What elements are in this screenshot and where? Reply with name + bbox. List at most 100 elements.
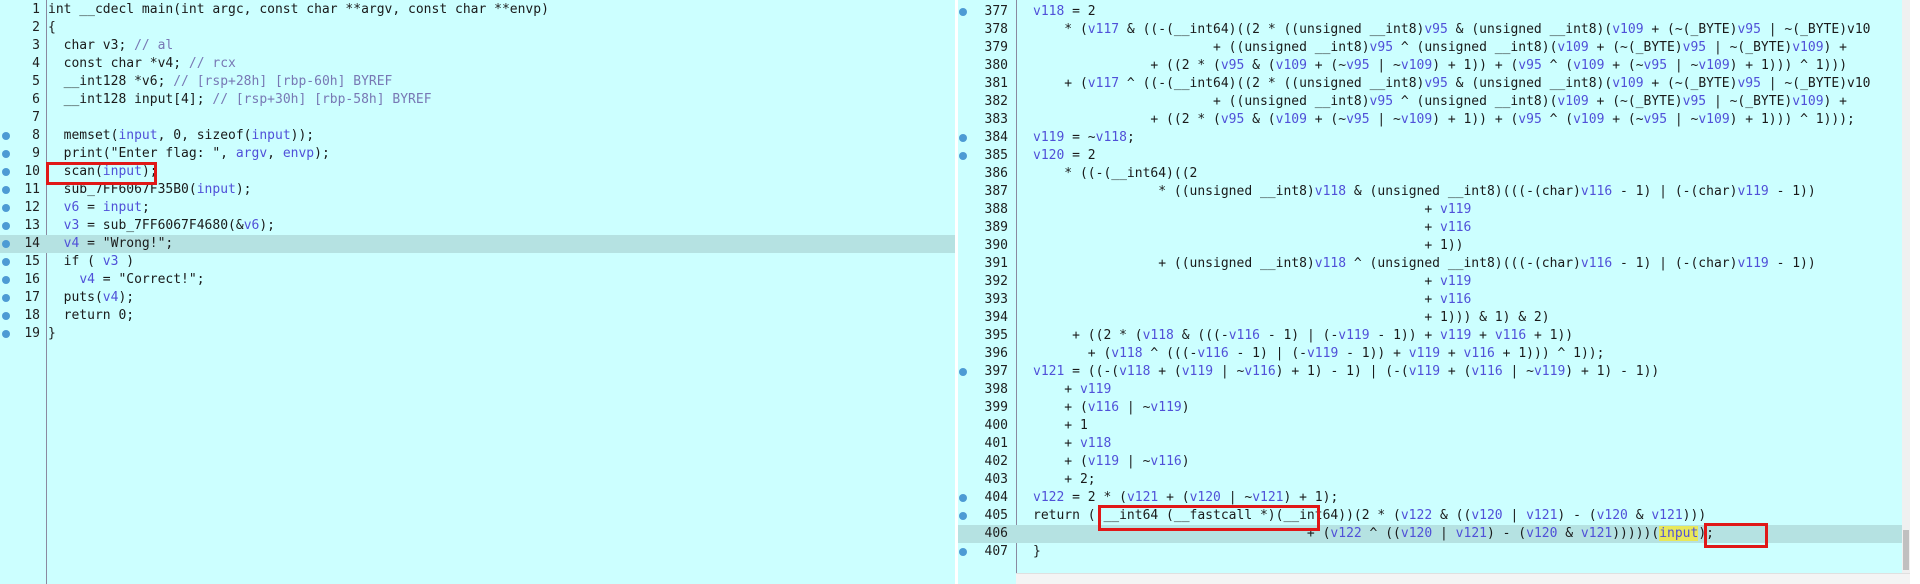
identifier-token[interactable]: v116: [1471, 364, 1502, 379]
identifier-token[interactable]: v109: [1573, 58, 1604, 73]
code-line[interactable]: 1 int __cdecl main(int argc, const char *…: [0, 1, 955, 19]
identifier-token[interactable]: v109: [1698, 112, 1729, 127]
identifier-token[interactable]: v122: [1401, 508, 1432, 523]
code-line[interactable]: 400 + 1: [958, 417, 1910, 435]
code-line[interactable]: 393 + v116: [958, 291, 1910, 309]
code-line[interactable]: 385 v120 = 2: [958, 147, 1910, 165]
code-line[interactable]: 391 + ((unsigned __int8)v118 ^ (unsigned…: [958, 255, 1910, 273]
identifier-token[interactable]: v121: [1581, 526, 1612, 541]
identifier-token[interactable]: v119: [1440, 274, 1471, 289]
identifier-token[interactable]: v118: [1315, 184, 1346, 199]
code-text[interactable]: + ((unsigned __int8)v95 ^ (unsigned __in…: [1033, 39, 1847, 57]
identifier-token[interactable]: v95: [1683, 94, 1706, 109]
identifier-token[interactable]: v109: [1612, 76, 1643, 91]
breakpoint-dot-icon[interactable]: [2, 132, 10, 140]
code-line[interactable]: 399 + (v116 | ~v119): [958, 399, 1910, 417]
identifier-token[interactable]: v121: [1127, 490, 1158, 505]
code-text[interactable]: puts(v4);: [48, 289, 134, 307]
code-text[interactable]: + v118: [1033, 435, 1111, 453]
identifier-token[interactable]: v95: [1346, 58, 1369, 73]
identifier-token[interactable]: v121: [1252, 490, 1283, 505]
code-line[interactable]: 383 + ((2 * (v95 & (v109 + (~v95 | ~v109…: [958, 111, 1910, 129]
identifier-token[interactable]: v95: [1644, 58, 1667, 73]
identifier-token[interactable]: v95: [1644, 112, 1667, 127]
code-line[interactable]: 7: [0, 109, 955, 127]
identifier-token[interactable]: v6: [64, 200, 80, 215]
identifier-token[interactable]: v116: [1244, 364, 1275, 379]
code-text[interactable]: char v3; // al: [48, 37, 174, 55]
breakpoint-dot-icon[interactable]: [959, 134, 967, 142]
breakpoint-dot-icon[interactable]: [2, 240, 10, 248]
code-text[interactable]: v119 = ~v118;: [1033, 129, 1135, 147]
breakpoint-dot-icon[interactable]: [2, 150, 10, 158]
breakpoint-dot-icon[interactable]: [959, 494, 967, 502]
identifier-token[interactable]: input: [197, 182, 236, 197]
vertical-scrollbar[interactable]: [1902, 0, 1910, 584]
code-line[interactable]: 13 v3 = sub_7FF6067F4680(&v6);: [0, 217, 955, 235]
code-text[interactable]: + 1)): [1033, 237, 1463, 255]
identifier-token[interactable]: v95: [1221, 58, 1244, 73]
identifier-token[interactable]: input: [103, 200, 142, 215]
identifier-token[interactable]: v120: [1401, 526, 1432, 541]
code-line[interactable]: 8 memset(input, 0, sizeof(input));: [0, 127, 955, 145]
code-text[interactable]: __int128 *v6; // [rsp+28h] [rbp-60h] BYR…: [48, 73, 393, 91]
identifier-token[interactable]: v95: [1518, 58, 1541, 73]
identifier-token[interactable]: v119: [1080, 382, 1111, 397]
identifier-token[interactable]: v119: [1307, 346, 1338, 361]
identifier-token[interactable]: v119: [1338, 328, 1369, 343]
breakpoint-dot-icon[interactable]: [2, 258, 10, 266]
identifier-token[interactable]: v116: [1440, 292, 1471, 307]
identifier-token[interactable]: v117: [1088, 76, 1119, 91]
identifier-token[interactable]: v120: [1033, 148, 1064, 163]
identifier-token[interactable]: v109: [1401, 58, 1432, 73]
code-text[interactable]: int __cdecl main(int argc, const char **…: [48, 1, 549, 19]
breakpoint-dot-icon[interactable]: [959, 152, 967, 160]
identifier-token[interactable]: v119: [1440, 202, 1471, 217]
identifier-token[interactable]: v118: [1096, 130, 1127, 145]
code-line[interactable]: 379 + ((unsigned __int8)v95 ^ (unsigned …: [958, 39, 1910, 57]
identifier-token[interactable]: v3: [103, 254, 119, 269]
identifier-token[interactable]: v109: [1698, 58, 1729, 73]
code-line[interactable]: 390 + 1)): [958, 237, 1910, 255]
identifier-token[interactable]: v116: [1464, 346, 1495, 361]
identifier-token[interactable]: v109: [1573, 112, 1604, 127]
identifier-token[interactable]: v116: [1197, 346, 1228, 361]
code-text[interactable]: v118 = 2: [1033, 3, 1096, 21]
code-text[interactable]: {: [48, 19, 56, 37]
identifier-token[interactable]: v119: [1440, 328, 1471, 343]
code-line[interactable]: 3 char v3; // al: [0, 37, 955, 55]
identifier-token[interactable]: v116: [1495, 328, 1526, 343]
code-line[interactable]: 12 v6 = input;: [0, 199, 955, 217]
code-line[interactable]: 386 * ((-(__int64)((2: [958, 165, 1910, 183]
identifier-token[interactable]: v120: [1526, 526, 1557, 541]
identifier-token[interactable]: v95: [1221, 112, 1244, 127]
pseudocode-pane-function[interactable]: 377 v118 = 2 378 * (v117 & ((-(__int64)((2…: [958, 0, 1910, 584]
identifier-token[interactable]: v118: [1033, 4, 1064, 19]
identifier-token[interactable]: v121: [1456, 526, 1487, 541]
identifier-token[interactable]: v95: [1370, 40, 1393, 55]
identifier-token[interactable]: v117: [1088, 22, 1119, 37]
code-text[interactable]: v4 = "Wrong!";: [48, 235, 174, 253]
identifier-token[interactable]: v119: [1737, 184, 1768, 199]
code-text[interactable]: v3 = sub_7FF6067F4680(&v6);: [48, 217, 275, 235]
identifier-token[interactable]: v121: [1526, 508, 1557, 523]
code-line[interactable]: 16 v4 = "Correct!";: [0, 271, 955, 289]
code-text[interactable]: + 1: [1033, 417, 1088, 435]
code-line[interactable]: 377 v118 = 2: [958, 3, 1910, 21]
identifier-token[interactable]: v116: [1229, 328, 1260, 343]
code-text[interactable]: if ( v3 ): [48, 253, 134, 271]
identifier-token[interactable]: v118: [1143, 328, 1174, 343]
identifier-token[interactable]: v121: [1651, 508, 1682, 523]
code-text[interactable]: return 0;: [48, 307, 134, 325]
code-line[interactable]: 401 + v118: [958, 435, 1910, 453]
identifier-token[interactable]: v6: [244, 218, 260, 233]
identifier-token[interactable]: v119: [1150, 400, 1181, 415]
identifier-token[interactable]: v116: [1088, 400, 1119, 415]
identifier-token[interactable]: v109: [1792, 94, 1823, 109]
code-text[interactable]: + (v119 | ~v116): [1033, 453, 1189, 471]
breakpoint-dot-icon[interactable]: [959, 548, 967, 556]
identifier-token[interactable]: v109: [1612, 22, 1643, 37]
identifier-token[interactable]: v118: [1119, 364, 1150, 379]
breakpoint-dot-icon[interactable]: [2, 312, 10, 320]
code-line[interactable]: 14 v4 = "Wrong!";: [0, 235, 955, 253]
